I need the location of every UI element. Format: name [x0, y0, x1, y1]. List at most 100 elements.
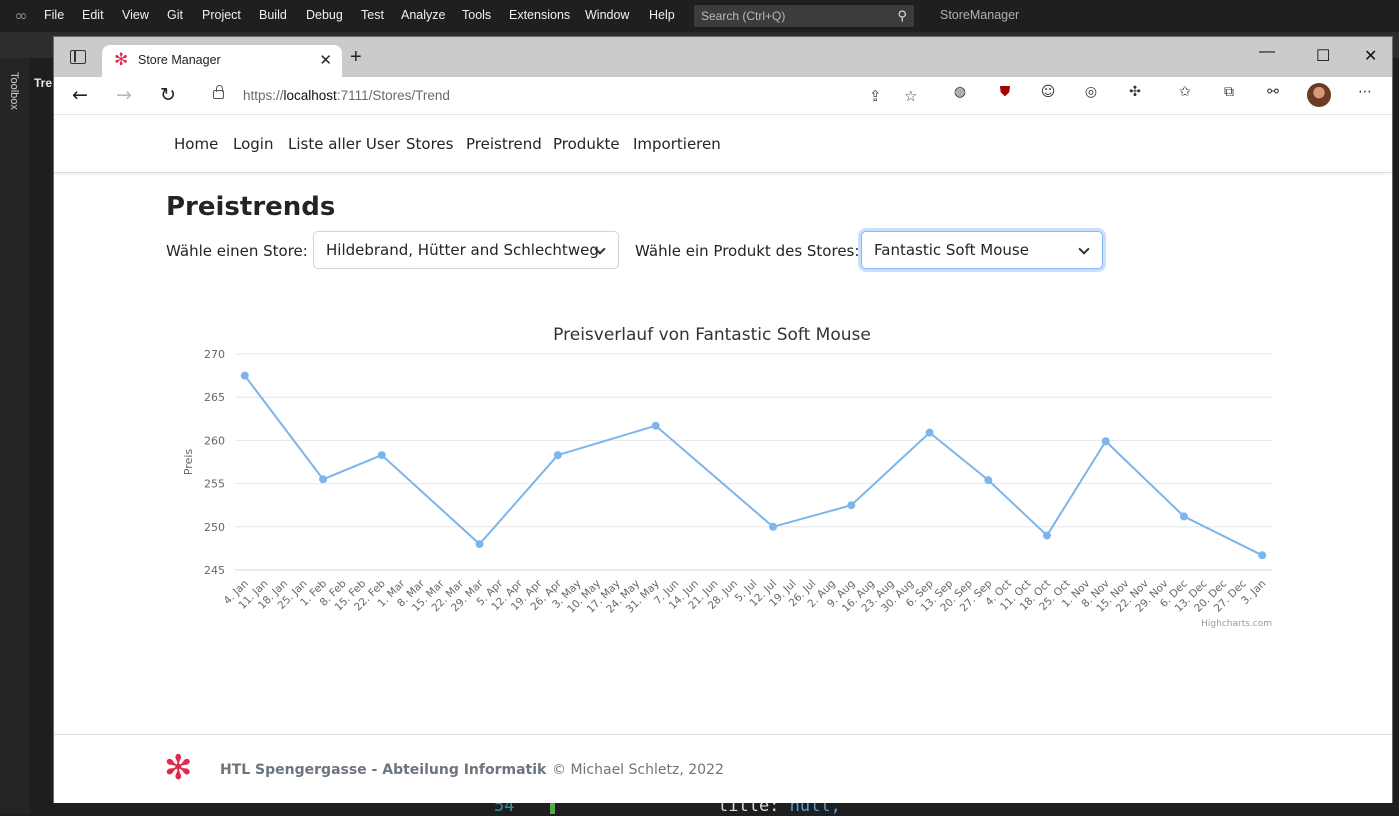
tab-actions-icon[interactable] — [70, 50, 86, 64]
data-point[interactable] — [1101, 437, 1110, 446]
extension-mouse-icon[interactable]: ◎ — [1082, 83, 1100, 101]
y-tick-label: 255 — [204, 478, 225, 491]
browser-window: ✻ Store Manager ✕ + — ☐ ✕ ← → ↻ https://… — [53, 36, 1393, 803]
data-point[interactable] — [240, 371, 249, 380]
ide-menu-project[interactable]: Project — [202, 8, 241, 22]
url-scheme: https:// — [243, 88, 284, 103]
nav-link-userlist[interactable]: Liste aller User — [288, 135, 400, 153]
data-point[interactable] — [1258, 551, 1267, 560]
ide-menubar: ∞ File Edit View Git Project Build Debug… — [0, 0, 1399, 32]
chart-credits[interactable]: Highcharts.com — [1201, 619, 1272, 629]
ide-menu-tools[interactable]: Tools — [462, 8, 491, 22]
footer-copyright: © Michael Schletz, 2022 — [552, 762, 724, 778]
data-point[interactable] — [925, 428, 934, 437]
nav-link-produkte[interactable]: Produkte — [553, 135, 620, 153]
ide-menu-window[interactable]: Window — [585, 8, 629, 22]
ide-search-placeholder: Search (Ctrl+Q) — [701, 9, 786, 23]
url-host: localhost — [283, 88, 337, 103]
ide-menu-edit[interactable]: Edit — [82, 8, 104, 22]
visual-studio-logo-icon[interactable]: ∞ — [10, 6, 32, 26]
y-tick-label: 265 — [204, 391, 225, 404]
ide-toolbox-panel[interactable] — [0, 58, 30, 814]
url-path: :7111/Stores/Trend — [336, 88, 450, 103]
share-icon[interactable]: ⇪ — [869, 87, 882, 105]
footer: ✻ HTL Spengergasse - Abteilung Informati… — [54, 734, 1392, 803]
data-point[interactable] — [377, 451, 386, 460]
close-tab-icon[interactable]: ✕ — [319, 51, 332, 69]
store-manager-favicon-icon: ✻ — [114, 50, 129, 70]
ide-menu-build[interactable]: Build — [259, 8, 287, 22]
page-title: Preistrends — [166, 192, 336, 222]
store-select[interactable]: Hildebrand, Hütter and Schlechtweg — [313, 231, 619, 269]
ide-menu-extensions[interactable]: Extensions — [509, 8, 570, 22]
tab-title: Store Manager — [138, 53, 221, 67]
ide-menu-view[interactable]: View — [122, 8, 149, 22]
y-tick-label: 270 — [204, 348, 225, 361]
refresh-icon[interactable]: ↻ — [160, 84, 176, 106]
store-label: Wähle einen Store: — [166, 242, 308, 260]
add-favorite-icon[interactable]: ☆ — [904, 87, 917, 105]
product-selected-value: Fantastic Soft Mouse — [874, 241, 1029, 259]
chart-title: Preisverlauf von Fantastic Soft Mouse — [553, 325, 871, 345]
browser-titlebar: ✻ Store Manager ✕ + — ☐ ✕ — [54, 37, 1392, 77]
data-point[interactable] — [847, 501, 856, 510]
nav-link-login[interactable]: Login — [233, 135, 273, 153]
forward-arrow-icon[interactable]: → — [116, 84, 132, 106]
data-point[interactable] — [475, 540, 484, 549]
back-arrow-icon[interactable]: ← — [72, 84, 88, 106]
extensions-puzzle-icon[interactable]: ✣ — [1126, 83, 1144, 101]
ide-toolbox-label[interactable]: Toolbox — [8, 72, 20, 110]
ide-menu-test[interactable]: Test — [361, 8, 384, 22]
navbar: Home Login Liste aller User Stores Preis… — [54, 116, 1392, 173]
nav-link-home[interactable]: Home — [174, 135, 218, 153]
collections-icon[interactable]: ⧉ — [1220, 83, 1238, 101]
data-point[interactable] — [651, 421, 660, 430]
ide-search-input[interactable]: Search (Ctrl+Q) ⚲ — [694, 5, 914, 27]
footer-school: HTL Spengergasse - Abteilung Informatik — [220, 762, 547, 778]
data-point[interactable] — [553, 451, 562, 460]
y-tick-label: 245 — [204, 564, 225, 577]
chevron-down-icon — [1078, 243, 1090, 255]
product-label: Wähle ein Produkt des Stores: — [635, 242, 860, 260]
nav-link-stores[interactable]: Stores — [406, 135, 453, 153]
data-point[interactable] — [1179, 512, 1188, 521]
lock-icon[interactable] — [213, 85, 224, 99]
data-point[interactable] — [1042, 531, 1051, 540]
address-bar[interactable]: https://localhost:7111/Stores/Trend ⇪ ☆ — [199, 81, 934, 111]
url-text[interactable]: https://localhost:7111/Stores/Trend — [243, 88, 450, 103]
new-tab-button[interactable]: + — [350, 46, 362, 69]
avatar[interactable] — [1307, 83, 1331, 107]
data-point[interactable] — [769, 522, 778, 531]
ide-project-name: StoreManager — [940, 8, 1020, 22]
web-page: Home Login Liste aller User Stores Preis… — [54, 116, 1392, 803]
store-selected-value: Hildebrand, Hütter and Schlechtweg — [326, 241, 599, 259]
ide-tab-fragment[interactable]: Tre — [34, 76, 52, 90]
extension-globe-icon[interactable]: ◍ — [951, 83, 969, 101]
price-series-line — [243, 374, 1263, 557]
favorites-icon[interactable]: ✩ — [1176, 83, 1194, 101]
ide-menu-file[interactable]: File — [44, 8, 64, 22]
nav-link-preistrend[interactable]: Preistrend — [466, 135, 542, 153]
data-point[interactable] — [319, 475, 328, 484]
price-trend-chart: Preisverlauf von Fantastic Soft Mouse 245… — [182, 325, 1272, 629]
ide-menu-debug[interactable]: Debug — [306, 8, 343, 22]
y-tick-label: 250 — [204, 521, 225, 534]
extension-face-icon[interactable]: ☺ — [1039, 83, 1057, 101]
browser-tab[interactable]: ✻ Store Manager ✕ — [102, 45, 342, 77]
close-window-icon[interactable]: ✕ — [1364, 46, 1377, 66]
minimize-icon[interactable]: — — [1259, 43, 1275, 61]
profile-sync-icon[interactable]: ⚯ — [1264, 83, 1282, 101]
y-axis-label: Preis — [182, 449, 195, 476]
more-menu-icon[interactable]: ⋯ — [1356, 83, 1374, 101]
ublock-icon[interactable]: ⛊ — [996, 83, 1014, 101]
data-point[interactable] — [984, 476, 993, 485]
school-logo-icon: ✻ — [164, 748, 193, 788]
ide-menu-help[interactable]: Help — [649, 8, 675, 22]
maximize-icon[interactable]: ☐ — [1316, 46, 1330, 66]
ide-menu-analyze[interactable]: Analyze — [401, 8, 445, 22]
search-icon: ⚲ — [897, 8, 907, 23]
nav-link-importieren[interactable]: Importieren — [633, 135, 721, 153]
ide-menu-git[interactable]: Git — [167, 8, 183, 22]
y-tick-label: 260 — [204, 434, 225, 447]
product-select[interactable]: Fantastic Soft Mouse — [861, 231, 1103, 269]
